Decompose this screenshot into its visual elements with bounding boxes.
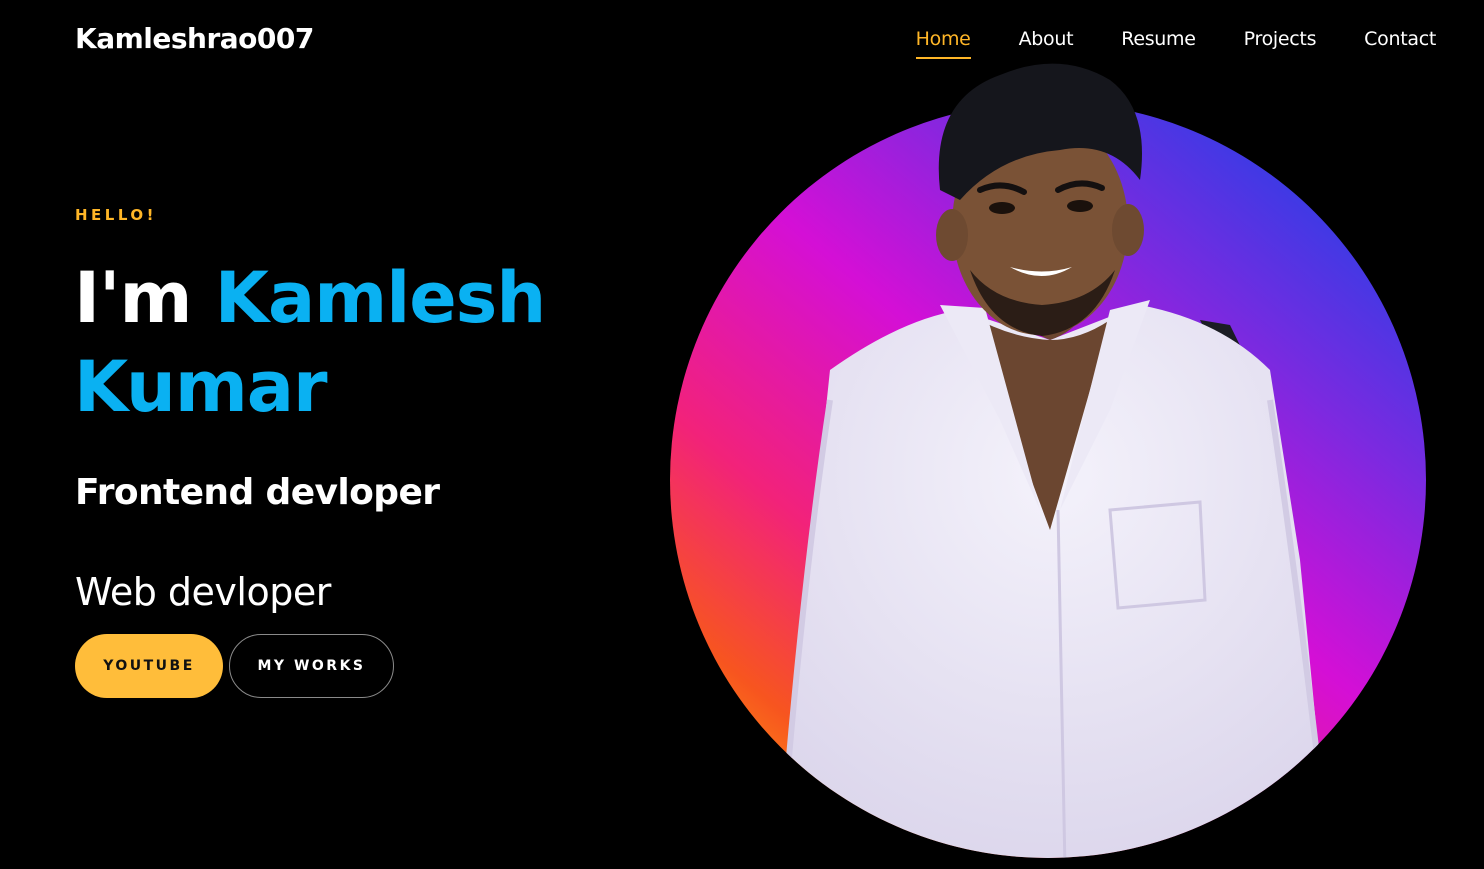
hero-headline: I'm Kamlesh Kumar: [74, 254, 634, 432]
hero-role: Web devloper: [75, 570, 331, 614]
youtube-button[interactable]: YOUTUBE: [75, 634, 223, 698]
page: Kamleshrao007 Home About Resume Projects…: [0, 0, 1484, 869]
profile-photo: [670, 63, 1426, 858]
greeting: HELLO!: [75, 206, 157, 224]
headline-im: I'm: [74, 257, 192, 339]
headline-first-name: Kamlesh: [214, 257, 546, 339]
headline-last-name: Kumar: [74, 346, 328, 428]
brand-logo[interactable]: Kamleshrao007: [75, 20, 314, 58]
my-works-button[interactable]: MY WORKS: [229, 634, 394, 698]
hero-subtitle: Frontend devloper: [75, 472, 440, 513]
